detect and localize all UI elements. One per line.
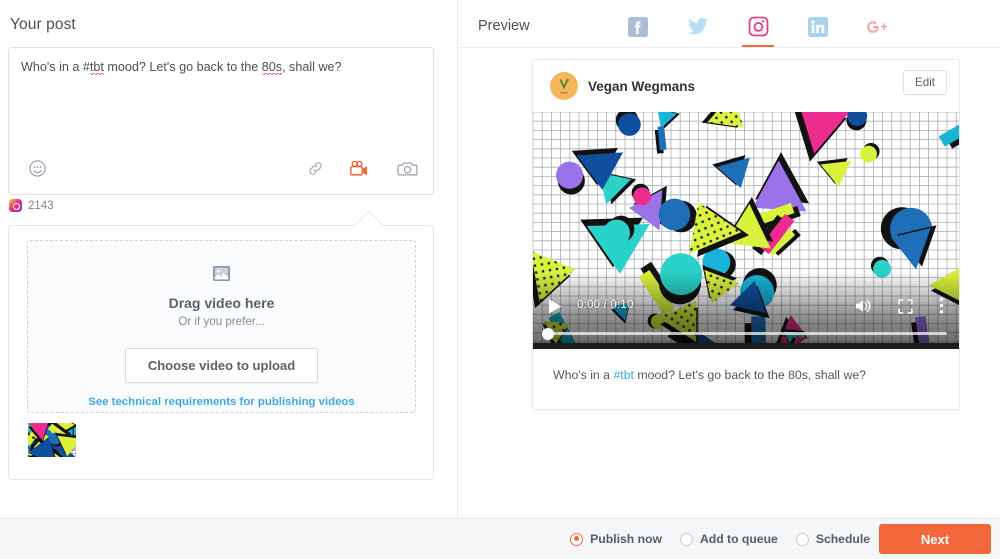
svg-text:vegan: vegan bbox=[560, 91, 568, 95]
fullscreen-icon[interactable] bbox=[898, 299, 913, 319]
character-counter: 2143 bbox=[9, 199, 54, 212]
video-camera-icon[interactable] bbox=[347, 155, 373, 181]
choose-video-button[interactable]: Choose video to upload bbox=[124, 348, 319, 383]
video-dropzone[interactable]: Drag video here Or if you prefer... Choo… bbox=[27, 240, 416, 413]
post-composer-screen: Your post Who's in a #tbt mood? Let's go… bbox=[0, 0, 1000, 559]
video-upload-panel: Drag video here Or if you prefer... Choo… bbox=[8, 225, 434, 480]
play-icon[interactable] bbox=[547, 298, 563, 320]
video-thumbnail[interactable] bbox=[28, 423, 76, 457]
radio-label: Add to queue bbox=[699, 532, 778, 546]
radio-dot bbox=[679, 532, 693, 546]
radio-dot bbox=[570, 532, 584, 546]
page-title: Your post bbox=[10, 16, 76, 33]
brand-name: Vegan Wegmans bbox=[588, 79, 696, 94]
compose-text-content: Who's in a #tbt mood? Let's go back to t… bbox=[21, 60, 342, 75]
network-tabs bbox=[608, 6, 908, 47]
tab-facebook[interactable] bbox=[608, 6, 668, 47]
tab-linkedin[interactable] bbox=[788, 6, 848, 47]
radio-dot bbox=[795, 532, 809, 546]
radio-label: Publish now bbox=[590, 532, 662, 546]
radio-label: Schedule bbox=[815, 532, 870, 546]
emoji-smiley-icon[interactable] bbox=[24, 155, 50, 181]
preview-caption: Who's in a #tbt mood? Let's go back to t… bbox=[533, 349, 959, 402]
compose-textarea[interactable]: Who's in a #tbt mood? Let's go back to t… bbox=[8, 47, 434, 195]
preview-title: Preview bbox=[478, 18, 530, 34]
kebab-menu-icon[interactable] bbox=[939, 297, 944, 319]
action-bar: Publish now Add to queue Schedule Next bbox=[0, 519, 1000, 559]
your-post-panel: Your post Who's in a #tbt mood? Let's go… bbox=[0, 0, 457, 518]
camera-icon[interactable] bbox=[394, 155, 420, 181]
radio-publish-now[interactable]: Publish now bbox=[570, 532, 662, 546]
video-player[interactable]: 0:00 / 0:10 bbox=[533, 112, 959, 349]
publish-options: Publish now Add to queue Schedule bbox=[570, 519, 870, 559]
caption-prefix: Who's in a bbox=[553, 368, 614, 382]
edit-button[interactable]: Edit bbox=[903, 70, 947, 95]
upload-panel-caret bbox=[355, 211, 383, 226]
character-count-value: 2143 bbox=[28, 199, 54, 212]
caption-suffix: mood? Let's go back to the 80s, shall we… bbox=[633, 368, 867, 382]
next-button[interactable]: Next bbox=[879, 524, 991, 554]
radio-schedule[interactable]: Schedule bbox=[795, 532, 870, 546]
preview-panel: Preview vegan Vegan Wegmans Edit 0:00 / … bbox=[458, 0, 1000, 518]
instagram-preview-card: vegan Vegan Wegmans Edit 0:00 / 0:10 Who… bbox=[532, 59, 960, 410]
avatar: vegan bbox=[550, 72, 578, 100]
video-progress-handle[interactable] bbox=[542, 327, 554, 340]
radio-add-to-queue[interactable]: Add to queue bbox=[679, 532, 778, 546]
preview-card-header: vegan Vegan Wegmans Edit bbox=[533, 60, 959, 112]
dropzone-title: Drag video here bbox=[168, 295, 275, 311]
video-progress-bar[interactable] bbox=[542, 327, 947, 340]
link-chain-icon[interactable] bbox=[302, 155, 328, 181]
dropzone-subtitle: Or if you prefer... bbox=[178, 315, 265, 328]
video-time-display: 0:00 / 0:10 bbox=[577, 299, 634, 311]
technical-requirements-link[interactable]: See technical requirements for publishin… bbox=[88, 396, 354, 408]
compose-toolbar bbox=[9, 152, 433, 186]
volume-on-icon[interactable] bbox=[854, 297, 873, 320]
tab-instagram[interactable] bbox=[728, 6, 788, 47]
tab-twitter[interactable] bbox=[668, 6, 728, 47]
video-controls: 0:00 / 0:10 bbox=[533, 287, 959, 349]
image-placeholder-icon bbox=[212, 265, 231, 287]
instagram-icon bbox=[9, 199, 22, 212]
caption-hashtag[interactable]: #tbt bbox=[613, 368, 634, 382]
tab-googleplus[interactable] bbox=[848, 6, 908, 47]
